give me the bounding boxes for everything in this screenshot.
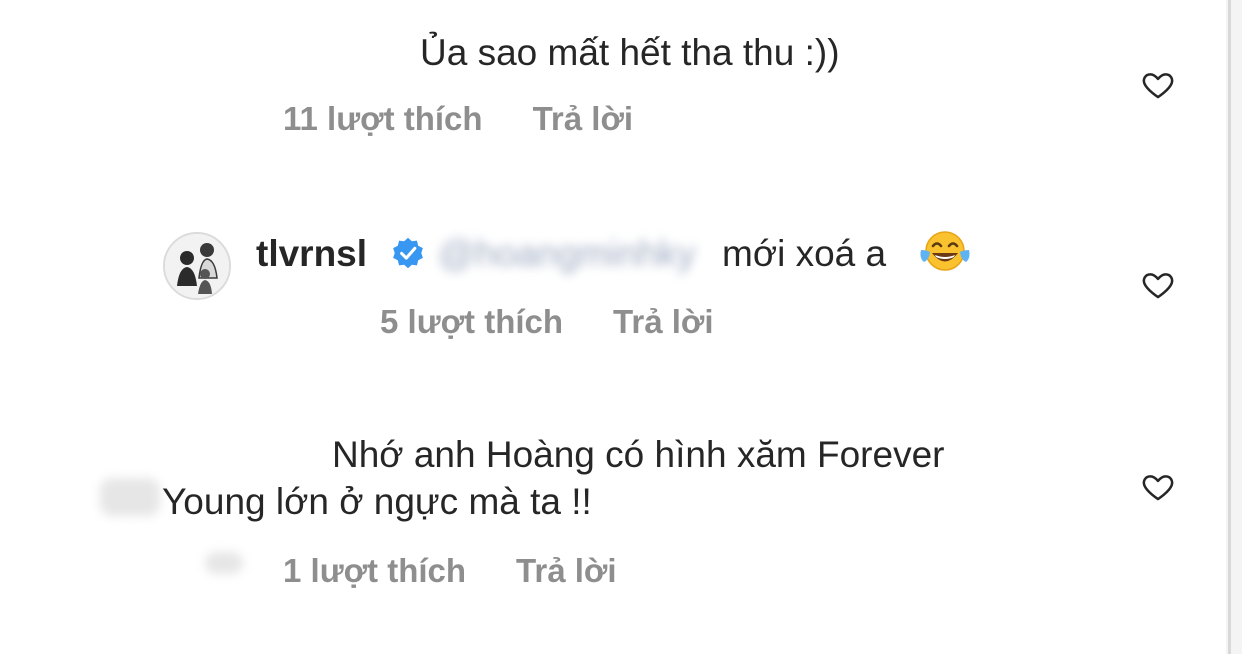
- avatar[interactable]: [163, 232, 231, 300]
- scrollbar[interactable]: [1228, 0, 1231, 654]
- comment-3-meta: 1 lượt thích Trả lời: [283, 552, 617, 590]
- blurred-author: [100, 478, 160, 516]
- comment-2-text: mới xoá a: [722, 233, 887, 274]
- comment-2-mention[interactable]: @hoangminhky: [438, 232, 710, 276]
- comment-2-reply-button[interactable]: Trả lời: [613, 303, 714, 340]
- comment-3-text-line-1: Nhớ anh Hoàng có hình xăm Forever: [332, 434, 945, 475]
- comment-3-reply-button[interactable]: Trả lời: [516, 552, 617, 589]
- comment-1-text: Ủa sao mất hết tha thu :)): [420, 32, 840, 73]
- avatar-image: [165, 234, 229, 298]
- heart-icon[interactable]: [1140, 470, 1176, 504]
- heart-icon[interactable]: [1140, 68, 1176, 102]
- heart-icon[interactable]: [1140, 268, 1176, 302]
- comment-1-reply-button[interactable]: Trả lời: [533, 100, 634, 137]
- comment-2-meta: 5 lượt thích Trả lời: [380, 303, 714, 341]
- comment-1-meta: 11 lượt thích Trả lời: [283, 100, 633, 138]
- face-with-tears-of-joy-icon: [920, 231, 970, 271]
- comment-2-likes[interactable]: 5 lượt thích: [380, 303, 563, 340]
- blurred-author-meta: [205, 552, 243, 574]
- comment-1-likes[interactable]: 11 lượt thích: [283, 100, 483, 137]
- comment-2-username[interactable]: tlvrnsl: [256, 231, 367, 277]
- verified-badge-icon: [393, 237, 423, 269]
- comment-3-text-line-2: Young lớn ở ngực mà ta !!: [162, 481, 592, 522]
- comment-3-likes[interactable]: 1 lượt thích: [283, 552, 466, 589]
